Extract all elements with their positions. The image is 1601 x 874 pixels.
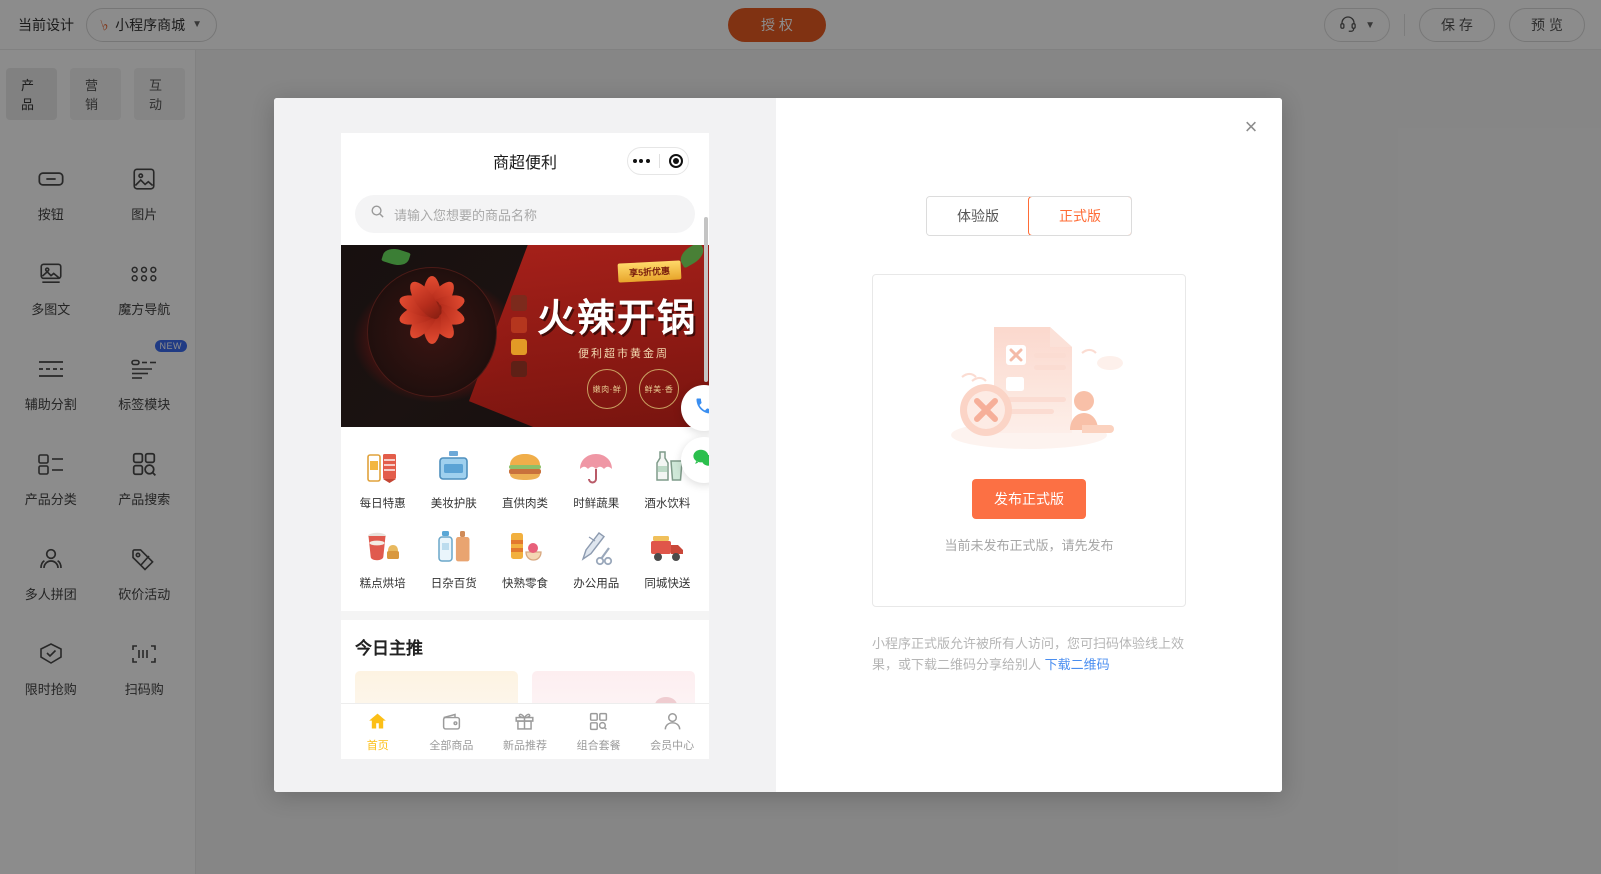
segment-trial-version[interactable]: 体验版 [927,197,1029,235]
wallet-icon [440,711,462,733]
spice-box [511,339,527,355]
category-item[interactable]: 同城快送 [632,521,703,601]
tabbar-item-all-products[interactable]: 全部商品 [415,711,489,753]
tabbar-item-home[interactable]: 首页 [341,711,415,753]
spice-box [511,317,527,333]
category-row: 每日特惠 美妆护肤 直供肉类 时鲜蔬果 酒水饮料 [347,441,703,521]
banner-stamp-left: 嫩肉·鲜 [587,369,627,409]
release-status-hint: 当前未发布正式版，请先发布 [944,538,1114,553]
publish-official-button[interactable]: 发布正式版 [972,479,1086,519]
category-item[interactable]: 时鲜蔬果 [561,441,632,521]
release-modal: 商超便利 请输入您想要的商品名称 享5折优惠 火辣开锅 便利超市黄金周 嫩肉·鲜… [274,98,1282,792]
spice-box [511,295,527,311]
section-separator [341,611,709,620]
leaf-decoration [381,245,411,269]
promo-banner[interactable]: 享5折优惠 火辣开锅 便利超市黄金周 嫩肉·鲜 鲜美·香 [341,245,709,427]
version-segments: 体验版 正式版 [926,196,1132,236]
category-label: 时鲜蔬果 [573,498,620,510]
banner-discount-badge: 享5折优惠 [617,260,682,283]
target-circle-icon[interactable] [669,154,684,168]
category-label: 同城快送 [644,578,691,590]
banner-subtitle: 便利超市黄金周 [578,348,669,360]
category-label: 美妆护肤 [430,498,477,510]
meat-burger-icon [505,449,545,487]
tabbar-item-new-products[interactable]: 新品推荐 [488,711,562,753]
modal-preview-panel: 商超便利 请输入您想要的商品名称 享5折优惠 火辣开锅 便利超市黄金周 嫩肉·鲜… [274,98,776,792]
phone-title: 商超便利 [492,155,557,172]
product-search-bar[interactable]: 请输入您想要的商品名称 [355,195,695,233]
banner-stamp-right: 鲜美·香 [639,369,679,409]
close-icon[interactable]: × [1236,112,1266,142]
household-icon [434,529,474,567]
category-item[interactable]: 糕点烘培 [347,521,418,601]
wechat-capsule[interactable] [627,147,689,175]
category-item[interactable]: 快熟零食 [489,521,560,601]
grid-search-icon [588,711,610,733]
empty-state-no-release-illustration [924,285,1134,475]
tabbar-item-combo[interactable]: 组合套餐 [562,711,636,753]
capsule-divider [658,154,660,168]
category-label: 办公用品 [573,578,620,590]
section-title: 今日主推 [355,639,423,658]
modal-release-panel: × 体验版 正式版 发布正式版 当前未发布正式版，请先发布 小程序正式版允许被所… [776,98,1282,792]
snacks-icon [505,529,545,567]
version-segmented-control: 体验版 正式版 [776,98,1282,236]
category-item[interactable]: 办公用品 [561,521,632,601]
more-dots-icon[interactable] [632,159,650,163]
category-label: 直供肉类 [502,498,548,510]
category-label: 糕点烘培 [359,578,406,590]
category-item[interactable]: 日杂百货 [418,521,489,601]
category-item[interactable]: 美妆护肤 [418,441,489,521]
daily-deal-icon [363,449,403,487]
tabbar-label: 全部商品 [429,739,474,752]
spice-box [511,361,527,377]
release-card: 发布正式版 当前未发布正式版，请先发布 [872,274,1186,607]
screen: 当前设计 ♭ 小程序商城 ▼ 授 权 ▼ 保 存 预 览 产品 营销 互动 按钮… [0,0,1601,874]
wechat-icon [693,448,709,473]
category-label: 酒水饮料 [644,498,691,510]
phone-preview: 商超便利 请输入您想要的商品名称 享5折优惠 火辣开锅 便利超市黄金周 嫩肉·鲜… [341,133,709,759]
user-icon [661,711,683,733]
category-row: 糕点烘培 日杂百货 快熟零食 办公用品 同城快送 [347,521,703,601]
phone-call-icon [694,396,709,421]
today-recommend-section: 今日主推 [341,620,709,659]
office-supplies-icon [576,529,616,567]
tabbar-label: 首页 [366,739,389,752]
search-placeholder: 请输入您想要的商品名称 [394,207,538,223]
gift-icon [514,711,536,733]
category-item[interactable]: 直供肉类 [489,441,560,521]
release-description: 小程序正式版允许被所有人访问，您可扫码体验线上效果，或下载二维码分享给别人 下载… [872,633,1186,675]
category-label: 快熟零食 [502,578,548,590]
phone-tabbar: 首页 全部商品 新品推荐 组合套餐 会员中心 [341,703,709,759]
umbrella-produce-icon [576,449,616,487]
tabbar-label: 新品推荐 [502,739,547,752]
segment-official-version[interactable]: 正式版 [1028,197,1131,235]
delivery-truck-icon [647,529,687,567]
home-icon [367,711,389,733]
cosmetics-icon [434,449,474,487]
search-section: 请输入您想要的商品名称 [341,189,709,245]
phone-header: 商超便利 [341,133,709,189]
release-description-text: 小程序正式版允许被所有人访问，您可扫码体验线上效果，或下载二维码分享给别人 [872,636,1185,672]
bakery-icon [363,529,403,567]
download-qrcode-link[interactable]: 下载二维码 [1045,657,1110,672]
tabbar-item-member[interactable]: 会员中心 [635,711,709,753]
tabbar-label: 会员中心 [650,739,695,752]
crawfish-plate-image [367,267,497,397]
category-grid: 每日特惠 美妆护肤 直供肉类 时鲜蔬果 酒水饮料 糕点烘培 日杂百货 快熟零食 … [341,385,709,611]
category-label: 每日特惠 [359,498,406,510]
tabbar-label: 组合套餐 [576,739,621,752]
category-item[interactable]: 每日特惠 [347,441,418,521]
preview-scrollbar[interactable] [704,217,708,382]
category-label: 日杂百货 [430,578,477,590]
banner-title: 火辣开锅 [536,296,697,340]
search-icon [370,204,385,224]
